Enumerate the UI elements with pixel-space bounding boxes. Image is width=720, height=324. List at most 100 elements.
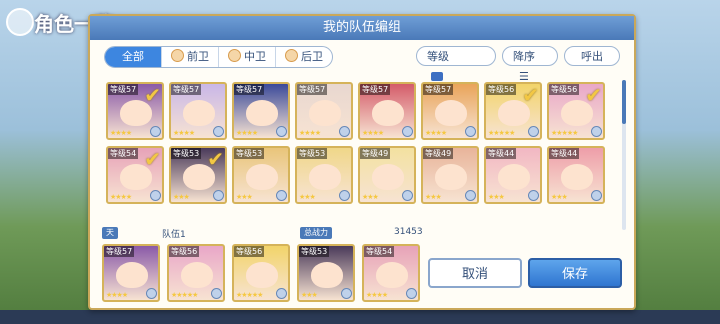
character-card[interactable]: 等级53 ★★★ bbox=[295, 146, 353, 204]
character-card[interactable]: 等级57 ★★★★ bbox=[102, 244, 160, 302]
character-card[interactable]: 等级49 ★★★ bbox=[421, 146, 479, 204]
scrollbar-thumb[interactable] bbox=[622, 80, 626, 124]
character-level: 等级56 bbox=[486, 84, 517, 95]
character-level: 等级54 bbox=[108, 148, 139, 159]
character-level: 等级57 bbox=[297, 84, 328, 95]
character-level: 等级53 bbox=[297, 148, 328, 159]
rank-icon bbox=[528, 126, 539, 137]
tab-rear-label: 后卫 bbox=[301, 50, 323, 63]
character-level: 等级44 bbox=[549, 148, 580, 159]
character-level: 等级54 bbox=[364, 246, 395, 257]
character-portrait bbox=[246, 100, 278, 126]
tab-rear[interactable]: 后卫 bbox=[275, 47, 332, 67]
rank-icon bbox=[591, 190, 602, 201]
total-power-label: 总战力 bbox=[300, 227, 332, 239]
character-portrait bbox=[309, 100, 341, 126]
character-card[interactable]: 等级54 ★★★★ bbox=[362, 244, 420, 302]
star-rating: ★★★★★ bbox=[171, 291, 198, 299]
call-out-button[interactable]: 呼出 bbox=[564, 46, 620, 66]
character-card[interactable]: 等级57 ★★★★ bbox=[421, 82, 479, 140]
star-rating: ★★★★ bbox=[362, 129, 384, 137]
rank-icon bbox=[150, 126, 161, 137]
rank-icon bbox=[591, 126, 602, 137]
selected-check-icon: ✔ bbox=[144, 83, 161, 107]
rank-icon bbox=[213, 190, 224, 201]
character-card[interactable]: 等级56 ★★★★★ ✔ bbox=[484, 82, 542, 140]
star-rating: ★★★ bbox=[551, 193, 568, 201]
character-card[interactable]: 等级53 ★★★ bbox=[297, 244, 355, 302]
middle-position-icon bbox=[228, 49, 241, 62]
character-card[interactable]: 等级53 ★★★ ✔ bbox=[169, 146, 227, 204]
star-rating: ★★★★ bbox=[236, 129, 258, 137]
star-rating: ★★★★ bbox=[299, 129, 321, 137]
character-portrait bbox=[181, 262, 213, 288]
rank-icon bbox=[528, 190, 539, 201]
sort-by-button[interactable]: 等级 bbox=[416, 46, 496, 81]
order-button[interactable]: 降序☰ bbox=[502, 46, 558, 83]
character-level: 等级57 bbox=[360, 84, 391, 95]
character-card[interactable]: 等级53 ★★★ bbox=[232, 146, 290, 204]
rank-icon bbox=[406, 288, 417, 299]
character-card[interactable]: 等级57 ★★★★ bbox=[232, 82, 290, 140]
rank-icon bbox=[276, 190, 287, 201]
character-level: 等级53 bbox=[299, 246, 330, 257]
star-rating: ★★★★ bbox=[173, 129, 195, 137]
party-leader-tag: 天 bbox=[102, 227, 118, 239]
rank-icon bbox=[339, 126, 350, 137]
character-level: 等级57 bbox=[234, 84, 265, 95]
character-portrait bbox=[376, 262, 408, 288]
rank-icon bbox=[211, 288, 222, 299]
character-card[interactable]: 等级57 ★★★★ bbox=[358, 82, 416, 140]
character-card[interactable]: 等级44 ★★★ bbox=[547, 146, 605, 204]
character-card[interactable]: 等级54 ★★★★ ✔ bbox=[106, 146, 164, 204]
character-portrait bbox=[116, 262, 148, 288]
tab-middle[interactable]: 中卫 bbox=[218, 47, 275, 67]
character-level: 等级49 bbox=[423, 148, 454, 159]
party-info-bar: 天 队伍1 总战力 31453 bbox=[102, 226, 432, 240]
character-portrait bbox=[498, 164, 530, 190]
cancel-button[interactable]: 取消 bbox=[428, 258, 522, 288]
character-card[interactable]: 等级57 ★★★★ ✔ bbox=[106, 82, 164, 140]
character-card[interactable]: 等级57 ★★★★ bbox=[295, 82, 353, 140]
rank-icon bbox=[341, 288, 352, 299]
selected-check-icon: ✔ bbox=[144, 147, 161, 171]
star-rating: ★★★ bbox=[488, 193, 505, 201]
character-card[interactable]: 等级56 ★★★★★ bbox=[232, 244, 290, 302]
character-card[interactable]: 等级56 ★★★★★ bbox=[167, 244, 225, 302]
selected-check-icon: ✔ bbox=[522, 83, 539, 107]
team-edit-dialog: 我的队伍编组 全部 前卫 中卫 后卫 等级 降序☰ 呼出 等级57 ★★★★ ✔ 等级… bbox=[88, 14, 636, 310]
character-card[interactable]: 等级57 ★★★★ bbox=[169, 82, 227, 140]
star-rating: ★★★★★ bbox=[551, 129, 578, 137]
character-card[interactable]: 等级44 ★★★ bbox=[484, 146, 542, 204]
rank-icon bbox=[465, 190, 476, 201]
character-portrait bbox=[435, 100, 467, 126]
character-card[interactable]: 等级49 ★★★ bbox=[358, 146, 416, 204]
character-level: 等级57 bbox=[108, 84, 139, 95]
character-card[interactable]: 等级56 ★★★★★ ✔ bbox=[547, 82, 605, 140]
character-level: 等级56 bbox=[169, 246, 200, 257]
star-rating: ★★★★ bbox=[106, 291, 128, 299]
back-button[interactable] bbox=[6, 8, 34, 36]
star-rating: ★★★ bbox=[299, 193, 316, 201]
character-portrait bbox=[183, 100, 215, 126]
character-level: 等级57 bbox=[104, 246, 135, 257]
tab-front[interactable]: 前卫 bbox=[161, 47, 218, 67]
star-rating: ★★★★ bbox=[110, 129, 132, 137]
character-portrait bbox=[435, 164, 467, 190]
star-rating: ★★★★ bbox=[366, 291, 388, 299]
call-out-label: 呼出 bbox=[581, 50, 603, 63]
rank-icon bbox=[150, 190, 161, 201]
dialog-title: 我的队伍编组 bbox=[90, 16, 634, 40]
tab-all-label: 全部 bbox=[122, 50, 144, 63]
save-button[interactable]: 保存 bbox=[528, 258, 622, 288]
roster-scrollbar[interactable] bbox=[622, 80, 626, 230]
rank-icon bbox=[146, 288, 157, 299]
selected-check-icon: ✔ bbox=[585, 83, 602, 107]
tab-front-label: 前卫 bbox=[187, 50, 209, 63]
rank-icon bbox=[402, 190, 413, 201]
star-rating: ★★★★★ bbox=[488, 129, 515, 137]
tab-all[interactable]: 全部 bbox=[105, 47, 161, 67]
character-level: 等级56 bbox=[234, 246, 265, 257]
sort-by-label: 等级 bbox=[427, 50, 449, 63]
character-level: 等级49 bbox=[360, 148, 391, 159]
